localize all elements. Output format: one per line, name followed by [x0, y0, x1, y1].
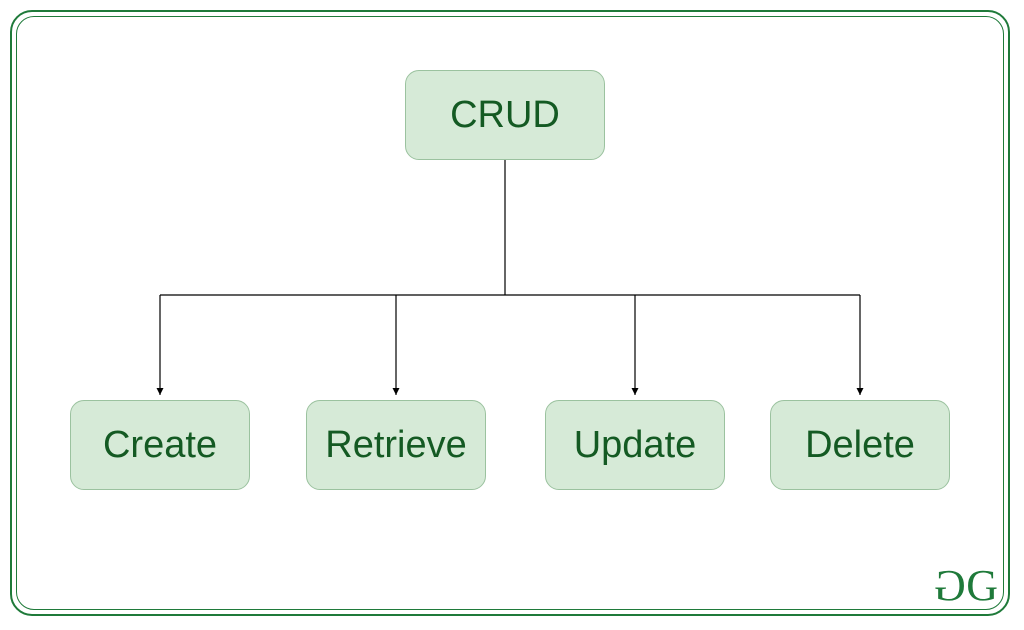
leaf-node-update: Update [545, 400, 725, 490]
leaf-node-label: Retrieve [325, 424, 467, 467]
logo-letter: G [966, 561, 996, 610]
diagram-canvas: CRUD Create Retrieve Update Delete GG [0, 0, 1024, 630]
leaf-node-label: Delete [805, 424, 915, 467]
leaf-node-retrieve: Retrieve [306, 400, 486, 490]
leaf-node-create: Create [70, 400, 250, 490]
leaf-node-label: Update [574, 424, 697, 467]
logo-letter-flipped: G [936, 564, 966, 608]
leaf-node-label: Create [103, 424, 217, 467]
geeksforgeeks-logo: GG [936, 564, 996, 608]
leaf-node-delete: Delete [770, 400, 950, 490]
root-node-crud: CRUD [405, 70, 605, 160]
root-node-label: CRUD [450, 94, 560, 137]
